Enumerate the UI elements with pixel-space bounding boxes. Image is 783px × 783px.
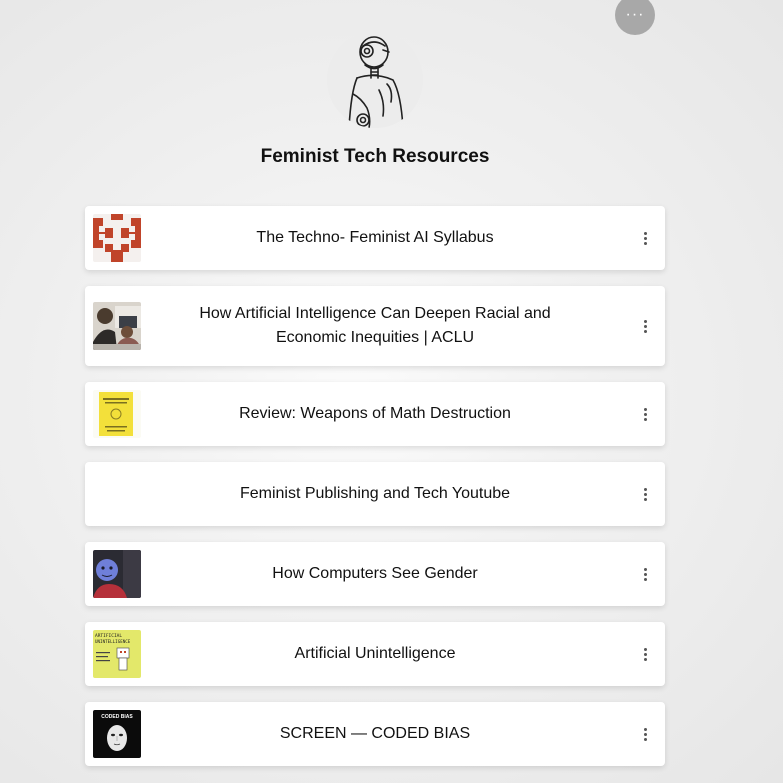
poster-title: CODED BIAS bbox=[101, 714, 133, 720]
avatar bbox=[327, 32, 423, 128]
gear-pattern-thumbnail bbox=[93, 214, 141, 262]
kebab-menu-icon[interactable] bbox=[639, 484, 651, 504]
link-label: How Artificial Intelligence Can Deepen R… bbox=[199, 305, 551, 346]
more-options-button[interactable]: ··· bbox=[615, 0, 655, 35]
link-label: How Computers See Gender bbox=[272, 565, 478, 582]
book-title-word-2: UNINTELLIGENCE bbox=[95, 639, 131, 644]
link-how-computers-see-gender[interactable]: How Computers See Gender bbox=[85, 542, 665, 606]
kebab-menu-icon[interactable] bbox=[639, 644, 651, 664]
kebab-menu-icon[interactable] bbox=[639, 316, 651, 336]
link-screen-coded-bias[interactable]: CODED BIAS SCREEN — CODED BIAS bbox=[85, 702, 665, 766]
kebab-menu-icon[interactable] bbox=[639, 228, 651, 248]
robot-avatar-icon bbox=[327, 32, 423, 128]
face-scan-thumbnail bbox=[93, 550, 141, 598]
coded-bias-poster-thumbnail: CODED BIAS bbox=[93, 710, 141, 758]
people-at-computer-thumbnail bbox=[93, 302, 141, 350]
link-label: Artificial Unintelligence bbox=[294, 645, 456, 662]
link-artificial-unintelligence[interactable]: ARTIFICIAL UNINTELLIGENCE Artificial Uni… bbox=[85, 622, 665, 686]
book-cover-thumbnail: ARTIFICIAL UNINTELLIGENCE bbox=[93, 630, 141, 678]
link-label: Feminist Publishing and Tech Youtube bbox=[239, 485, 511, 502]
link-techno-feminist-syllabus[interactable]: The Techno- Feminist AI Syllabus bbox=[85, 206, 665, 270]
kebab-menu-icon[interactable] bbox=[639, 404, 651, 424]
link-label: The Techno- Feminist AI Syllabus bbox=[256, 229, 494, 246]
kebab-menu-icon[interactable] bbox=[639, 724, 651, 744]
link-label: Review: Weapons of Math Destruction bbox=[239, 405, 511, 422]
page-title: Feminist Tech Resources bbox=[260, 146, 490, 167]
link-label: SCREEN — CODED BIAS bbox=[279, 725, 471, 742]
kebab-menu-icon[interactable] bbox=[639, 564, 651, 584]
link-feminist-publishing-youtube[interactable]: Feminist Publishing and Tech Youtube bbox=[85, 462, 665, 526]
link-aclu-article[interactable]: How Artificial Intelligence Can Deepen R… bbox=[85, 286, 665, 366]
yellow-book-cover-thumbnail bbox=[93, 390, 141, 438]
link-weapons-of-math-destruction[interactable]: Review: Weapons of Math Destruction bbox=[85, 382, 665, 446]
